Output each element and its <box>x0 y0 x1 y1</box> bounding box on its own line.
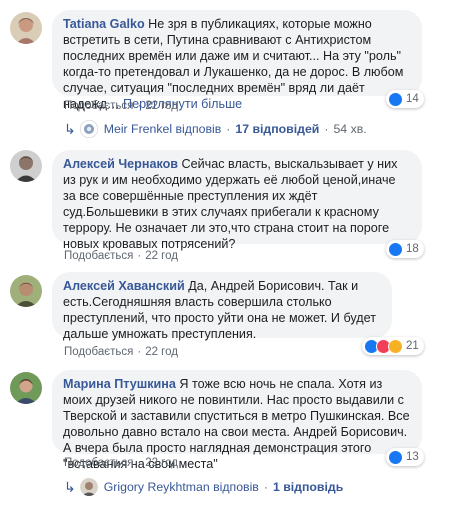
comment-time[interactable]: 22 год <box>145 100 178 112</box>
comment-text: Сейчас власть, выскальзывает у них из ру… <box>63 157 398 251</box>
comment-time[interactable]: 22 год <box>145 250 178 262</box>
like-reaction-icon <box>388 241 403 257</box>
avatar[interactable] <box>10 275 42 307</box>
reply-arrow-icon: ↳ <box>64 120 76 137</box>
comment-bubble: Tatiana Galko Не зря в публикациях, кото… <box>52 10 422 111</box>
replies-link[interactable]: ↳ Grigory Reykhtman відповів · 1 відпові… <box>64 478 343 496</box>
reaction-count[interactable]: 13 <box>386 448 424 466</box>
comment-actions: Подобається · 22 год <box>64 457 178 469</box>
comment-author[interactable]: Tatiana Galko <box>63 17 145 31</box>
like-button[interactable]: Подобається <box>64 100 133 112</box>
comment-author[interactable]: Алексей Хаванский <box>63 279 185 293</box>
replies-count: 17 відповідей <box>235 122 320 136</box>
reply-avatar <box>79 478 98 496</box>
reaction-count[interactable]: 18 <box>386 240 424 258</box>
like-button[interactable]: Подобається <box>64 250 133 262</box>
comment-author[interactable]: Алексей Чернаков <box>63 157 178 171</box>
like-reaction-icon <box>388 449 403 465</box>
comment-bubble: Марина Птушкина Я тоже всю ночь не спала… <box>52 370 422 471</box>
reaction-count[interactable]: 14 <box>386 90 424 108</box>
reply-arrow-icon: ↳ <box>64 478 76 495</box>
wow-reaction-icon <box>388 338 403 354</box>
like-button[interactable]: Подобається <box>64 346 133 358</box>
comment-time[interactable]: 22 год <box>145 346 178 358</box>
comment-time[interactable]: 22 год <box>145 457 178 469</box>
comment-actions: Подобається · 22 год <box>64 250 178 262</box>
reply-avatar <box>79 120 98 138</box>
reply-author: Meir Frenkel <box>103 122 173 136</box>
like-reaction-icon <box>388 91 403 107</box>
comment-actions: Подобається · 22 год <box>64 100 178 112</box>
replies-time: 54 хв. <box>333 122 367 136</box>
avatar[interactable] <box>10 150 42 182</box>
replies-link[interactable]: ↳ Meir Frenkel відповів · 17 відповідей … <box>64 120 367 138</box>
comment-actions: Подобається · 22 год <box>64 346 178 358</box>
comment-author[interactable]: Марина Птушкина <box>63 377 176 391</box>
like-button[interactable]: Подобається <box>64 457 133 469</box>
comment-bubble: Алексей Хаванский Да, Андрей Борисович. … <box>52 272 392 341</box>
replies-count: 1 відповідь <box>272 480 344 494</box>
comment-bubble: Алексей Чернаков Сейчас власть, выскальз… <box>52 150 422 251</box>
reaction-count[interactable]: 21 <box>362 337 424 355</box>
reply-author: Grigory Reykhtman <box>103 480 210 494</box>
avatar[interactable] <box>10 12 42 44</box>
avatar[interactable] <box>10 372 42 404</box>
